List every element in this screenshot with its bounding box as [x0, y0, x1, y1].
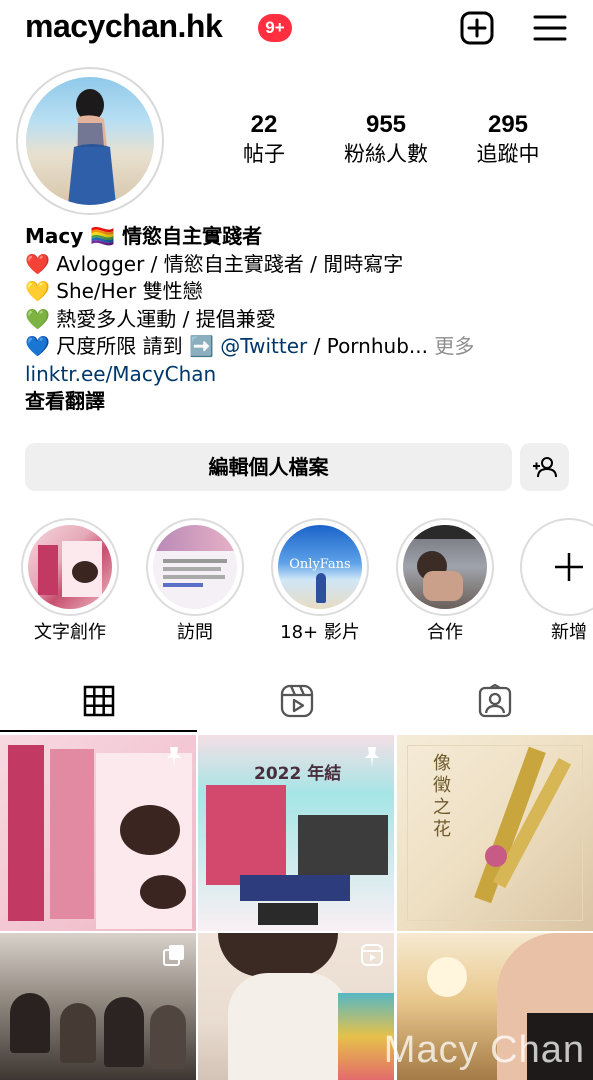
- highlight-label: 合作: [427, 622, 463, 643]
- discover-people-button[interactable]: [520, 443, 569, 491]
- tagged-icon: [478, 684, 511, 718]
- profile-header: macychan.hk 9+: [0, 0, 593, 58]
- highlight-ring: [396, 518, 494, 616]
- highlight-cover: [403, 525, 487, 609]
- post-thumbnail[interactable]: [0, 735, 196, 931]
- post-thumbnail[interactable]: 2022 年結: [198, 735, 394, 931]
- edit-profile-button[interactable]: 編輯個人檔案: [25, 443, 512, 491]
- see-translation-link[interactable]: 查看翻譯: [25, 388, 575, 416]
- more-link[interactable]: 更多: [434, 334, 474, 358]
- hamburger-menu-icon[interactable]: [532, 10, 568, 46]
- highlight-18-videos[interactable]: OnlyFans 18+ 影片: [271, 518, 369, 645]
- highlight-interview[interactable]: 訪問: [146, 518, 244, 645]
- highlight-label: 文字創作: [34, 622, 106, 643]
- post-thumbnail[interactable]: [0, 933, 196, 1080]
- tab-posts-grid[interactable]: [0, 670, 197, 732]
- highlight-cover: OnlyFans: [278, 525, 362, 609]
- post-thumbnail[interactable]: 像徵之花: [397, 735, 593, 931]
- highlight-label: 18+ 影片: [280, 622, 360, 643]
- tab-reels[interactable]: [198, 670, 395, 732]
- highlight-ring: [520, 518, 593, 616]
- bio-line: 💙 尺度所限 請到 ➡️ @Twitter / Pornhub... 更多: [25, 333, 575, 361]
- highlight-writing[interactable]: 文字創作: [21, 518, 119, 645]
- profile-tabs: [0, 670, 593, 732]
- highlight-collab[interactable]: 合作: [396, 518, 494, 645]
- tab-tagged[interactable]: [396, 670, 593, 732]
- highlight-new[interactable]: 新增: [520, 518, 593, 645]
- avatar-person: [68, 89, 116, 205]
- profile-bio: Macy 🏳️‍🌈 情慾自主實踐者 ❤️ Avlogger / 情慾自主實踐者 …: [25, 223, 575, 416]
- plus-icon: [527, 525, 593, 609]
- post-title: 2022 年結: [254, 764, 342, 784]
- pin-icon: [167, 747, 181, 767]
- stat-following-label: 追蹤中: [476, 142, 540, 166]
- avatar[interactable]: [26, 77, 154, 205]
- bio-line-suffix: / Pornhub...: [307, 334, 435, 358]
- highlight-ring: OnlyFans: [271, 518, 369, 616]
- reels-icon: [361, 944, 383, 966]
- bio-link[interactable]: linktr.ee/MacyChan: [25, 361, 575, 389]
- highlight-label: 新增: [551, 622, 587, 643]
- highlight-overlay-text: OnlyFans: [289, 557, 351, 572]
- username[interactable]: macychan.hk: [25, 8, 223, 45]
- bio-line-prefix: 💙 尺度所限 請到 ➡️: [25, 334, 221, 358]
- stat-posts[interactable]: 22 帖子: [199, 110, 329, 168]
- stat-followers-label: 粉絲人數: [344, 142, 428, 166]
- post-thumbnail[interactable]: [198, 933, 394, 1080]
- highlight-ring: [146, 518, 244, 616]
- highlight-cover: [28, 525, 112, 609]
- post-title: 像徵之花: [433, 753, 451, 840]
- posts-grid: 2022 年結 像徵之花 Macy Chan: [0, 735, 593, 1080]
- highlight-cover: [153, 525, 237, 609]
- active-tab-indicator: [0, 730, 197, 732]
- stat-posts-label: 帖子: [243, 142, 285, 166]
- stat-followers-count: 955: [365, 111, 407, 138]
- stat-following[interactable]: 295 追蹤中: [443, 110, 573, 168]
- pin-icon: [365, 747, 379, 767]
- add-person-icon: [533, 457, 557, 478]
- highlight-ring: [21, 518, 119, 616]
- display-name: Macy 🏳️‍🌈 情慾自主實踐者: [25, 224, 263, 248]
- stat-posts-count: 22: [250, 111, 278, 138]
- bio-line: 💛 She/Her 雙性戀: [25, 279, 203, 303]
- stat-followers[interactable]: 955 粉絲人數: [321, 110, 451, 168]
- bio-line: 💚 熱愛多人運動 / 提倡兼愛: [25, 306, 276, 331]
- multi-image-icon: [163, 945, 184, 966]
- plus-square-icon[interactable]: [459, 10, 495, 46]
- reels-icon: [280, 684, 313, 718]
- stat-following-count: 295: [487, 111, 529, 138]
- twitter-mention[interactable]: @Twitter: [220, 334, 307, 358]
- notification-badge[interactable]: 9+: [258, 14, 292, 42]
- watermark: Macy Chan: [383, 1029, 585, 1071]
- avatar-ring[interactable]: [16, 67, 164, 215]
- grid-icon: [83, 685, 114, 717]
- bio-line: ❤️ Avlogger / 情慾自主實踐者 / 閒時寫字: [25, 251, 404, 276]
- highlight-label: 訪問: [177, 622, 213, 643]
